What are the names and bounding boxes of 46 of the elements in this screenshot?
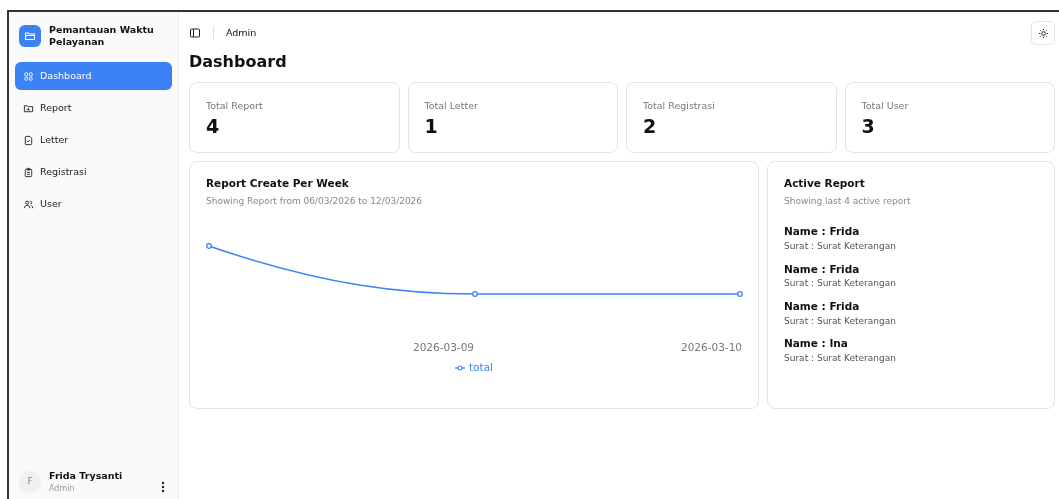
axis-label: 2026-03-09: [412, 340, 474, 356]
grid-icon: [23, 70, 34, 82]
clipboard-icon: [23, 166, 34, 178]
chart-title: Report Create Per Week: [206, 176, 350, 192]
user-name: Frida Trysanti: [49, 468, 124, 483]
report-name: Name : Frida: [784, 224, 861, 240]
stat-value: 2: [643, 115, 658, 139]
stat-value: 3: [861, 115, 876, 139]
report-name: Name : Ina: [784, 336, 849, 352]
report-name: Name : Frida: [784, 261, 861, 277]
breadcrumb: Admin: [226, 25, 257, 40]
chart-point: [206, 243, 212, 250]
chart-subtitle: Showing Report from 06/03/2026 to 12/03/2026: [206, 194, 424, 208]
stat-label: Total User: [861, 99, 910, 113]
folder-chart-icon: [23, 102, 34, 114]
sidebar-item[interactable]: User: [15, 190, 172, 218]
stat-label: Total Letter: [424, 99, 479, 113]
report-letter-type: Surat : Surat Keterangan: [784, 351, 897, 365]
report-name: Name : Frida: [784, 298, 861, 314]
sidebar-item[interactable]: Report: [15, 94, 172, 122]
axis-label: 2026-03-10: [680, 340, 742, 356]
users-icon: [23, 198, 34, 210]
stat-value: 1: [424, 115, 439, 139]
document-icon: [23, 134, 34, 146]
stat-label: Total Registrasi: [643, 99, 716, 113]
report-letter-type: Surat : Surat Keterangan: [784, 314, 897, 328]
stat-label: Total Report: [206, 99, 264, 113]
legend-line-icon: [455, 364, 465, 371]
chart-point: [737, 291, 743, 298]
sidebar-toggle-icon[interactable]: [189, 27, 201, 39]
legend-label: total: [469, 360, 493, 376]
page-title: Dashboard: [189, 51, 288, 73]
chart-point: [472, 291, 478, 298]
card-title: Active Report: [784, 176, 866, 192]
card-subtitle: Showing last 4 active report: [784, 194, 912, 208]
user-avatar: F: [19, 470, 41, 493]
app-title: Pemantauan Waktu Pelayanan: [49, 24, 155, 48]
report-letter-type: Surat : Surat Keterangan: [784, 277, 897, 291]
user-role: Admin: [49, 483, 76, 495]
sidebar-item[interactable]: Registrasi: [15, 158, 172, 186]
stat-value: 4: [206, 115, 221, 139]
sidebar-item[interactable]: Letter: [15, 126, 172, 154]
report-letter-type: Surat : Surat Keterangan: [784, 240, 897, 254]
folder-logo-icon: [19, 25, 41, 47]
theme-toggle-icon[interactable]: [1031, 21, 1055, 45]
sidebar-item[interactable]: Dashboard: [15, 62, 172, 90]
